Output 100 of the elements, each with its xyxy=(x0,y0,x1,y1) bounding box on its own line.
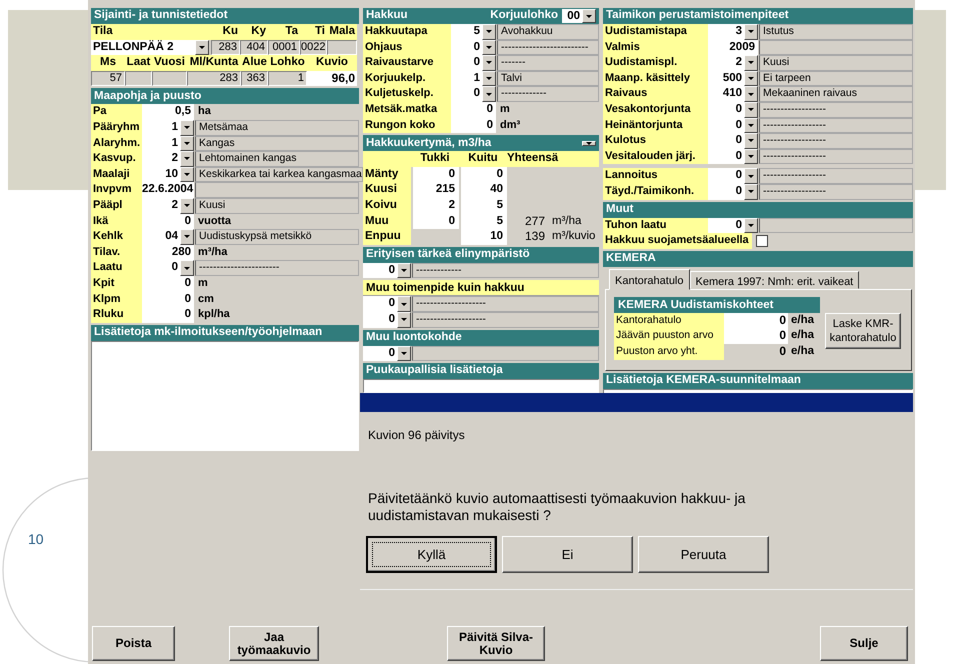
dropdown-field[interactable]: 0 xyxy=(708,168,758,184)
input-field[interactable]: 0 xyxy=(451,102,496,118)
input-field[interactable]: 96,0 xyxy=(307,70,357,86)
caret-icon xyxy=(401,318,407,322)
input-field[interactable]: 10 xyxy=(461,229,507,245)
dropdown-button[interactable] xyxy=(180,198,194,214)
dropdown-field[interactable]: 500 xyxy=(708,70,758,86)
notes-field[interactable] xyxy=(363,379,599,394)
dropdown-button[interactable] xyxy=(744,133,758,149)
input-field[interactable]: 5 xyxy=(461,198,507,214)
dropdown-button[interactable] xyxy=(744,184,758,200)
input-field[interactable]: 0 xyxy=(142,276,194,292)
action-button[interactable]: Poista xyxy=(92,626,175,661)
dropdown-field[interactable]: 0 xyxy=(142,260,194,276)
dropdown-button[interactable] xyxy=(744,102,758,118)
dropdown-field[interactable]: 0 xyxy=(363,262,411,278)
dropdown-button[interactable] xyxy=(744,218,758,234)
input-field[interactable]: 0 xyxy=(413,166,459,182)
dropdown-field[interactable]: 0 xyxy=(363,346,411,362)
dropdown-button[interactable] xyxy=(397,346,411,362)
dropdown-button[interactable] xyxy=(482,55,496,71)
dropdown-button[interactable] xyxy=(744,118,758,134)
input-field[interactable]: 0 xyxy=(724,328,788,344)
checkbox[interactable] xyxy=(756,235,768,248)
dropdown-field[interactable]: 0 xyxy=(363,312,411,328)
dropdown-field[interactable]: 1 xyxy=(142,136,194,152)
column-header: Ta xyxy=(268,24,300,40)
dropdown-field[interactable]: 0 xyxy=(708,218,758,234)
description-text: Kuusi xyxy=(759,55,913,71)
dropdown-button[interactable] xyxy=(180,151,194,167)
input-field[interactable]: 40 xyxy=(461,182,507,198)
dropdown-button[interactable] xyxy=(582,9,596,23)
dropdown-button[interactable] xyxy=(397,312,411,328)
dropdown-button[interactable] xyxy=(180,260,194,276)
dropdown-button[interactable] xyxy=(744,168,758,184)
action-button[interactable]: Päivitä Silva-Kuvio xyxy=(447,626,545,661)
input-field[interactable]: 0,5 xyxy=(142,104,194,120)
dialog-button[interactable]: Ei xyxy=(502,536,633,573)
dropdown-button[interactable] xyxy=(744,24,758,40)
dropdown-button[interactable] xyxy=(482,86,496,102)
dropdown-field[interactable]: 3 xyxy=(708,24,758,40)
dropdown-button[interactable] xyxy=(744,70,758,86)
tab[interactable]: Kemera 1997: Nmh: erit. vaikeat xyxy=(690,270,860,289)
input-field[interactable]: 0 xyxy=(142,292,194,308)
column-header: Lohko xyxy=(268,55,307,71)
action-button[interactable]: Jaa työmaakuvio xyxy=(229,626,319,661)
dropdown-field[interactable]: 5 xyxy=(451,24,496,40)
input-field[interactable]: 0 xyxy=(724,312,788,328)
input-field[interactable]: 5 xyxy=(461,214,507,230)
dropdown-field[interactable]: 0 xyxy=(363,296,411,312)
input-field[interactable]: 22.6.2004 xyxy=(142,182,194,198)
dropdown-field[interactable]: 2 xyxy=(142,198,194,214)
field-label: Kpit xyxy=(91,276,142,292)
dropdown-button[interactable] xyxy=(744,148,758,164)
dropdown-field[interactable]: 0 xyxy=(708,118,758,134)
dropdown-button[interactable] xyxy=(180,166,194,182)
dropdown-button[interactable] xyxy=(582,140,596,146)
dropdown-field[interactable]: 04 xyxy=(142,229,194,245)
input-field[interactable]: 0 xyxy=(451,118,496,134)
tab[interactable]: Kantorahatulo xyxy=(609,268,690,290)
action-button[interactable]: Sulje xyxy=(820,626,908,661)
dropdown-button[interactable] xyxy=(482,40,496,56)
input-field[interactable]: 215 xyxy=(413,182,459,198)
dropdown-button[interactable] xyxy=(180,229,194,245)
dropdown-field[interactable]: 0 xyxy=(451,40,496,56)
dialog-button[interactable]: Peruuta xyxy=(638,536,769,573)
dropdown-button[interactable] xyxy=(482,24,496,40)
dropdown-button[interactable] xyxy=(180,120,194,136)
input-field[interactable]: 0 xyxy=(142,214,194,230)
dropdown-field[interactable]: 00 xyxy=(562,9,596,23)
dropdown-field[interactable]: 0 xyxy=(708,102,758,118)
dropdown-field[interactable]: 0 xyxy=(708,148,758,164)
dropdown-button[interactable] xyxy=(397,262,411,278)
dialog-button[interactable]: Kyllä xyxy=(366,536,497,573)
input-field[interactable]: 0 xyxy=(461,166,507,182)
dropdown-field[interactable]: 0 xyxy=(451,86,496,102)
input-field[interactable]: 280 xyxy=(142,244,194,260)
dropdown-button[interactable] xyxy=(397,296,411,312)
dropdown-field[interactable]: 2 xyxy=(708,55,758,71)
notes-field[interactable] xyxy=(91,340,359,451)
input-field[interactable]: 0 xyxy=(142,307,194,323)
dropdown-button[interactable] xyxy=(195,40,209,56)
dropdown-field[interactable]: 0 xyxy=(451,55,496,71)
column-header: Kuitu xyxy=(467,151,499,166)
dropdown-field[interactable]: 10 xyxy=(142,166,194,182)
input-field[interactable]: 2 xyxy=(413,198,459,214)
dropdown-field[interactable]: 1 xyxy=(142,120,194,136)
input-field[interactable]: 0 xyxy=(413,214,459,230)
dropdown-field[interactable]: 410 xyxy=(708,86,758,102)
input-field[interactable]: 2009 xyxy=(708,40,758,56)
dropdown-button[interactable] xyxy=(744,55,758,71)
dropdown-field[interactable]: PELLONPÄÄ 2 xyxy=(91,40,209,56)
dropdown-button[interactable] xyxy=(744,86,758,102)
dropdown-field[interactable]: 2 xyxy=(142,151,194,167)
dropdown-button[interactable] xyxy=(180,136,194,152)
dropdown-field[interactable]: 0 xyxy=(708,133,758,149)
dropdown-button[interactable] xyxy=(482,70,496,86)
dropdown-field[interactable]: 1 xyxy=(451,70,496,86)
calculate-button[interactable]: Laske KMR-kantorahatulo xyxy=(825,312,901,349)
dropdown-field[interactable]: 0 xyxy=(708,184,758,200)
